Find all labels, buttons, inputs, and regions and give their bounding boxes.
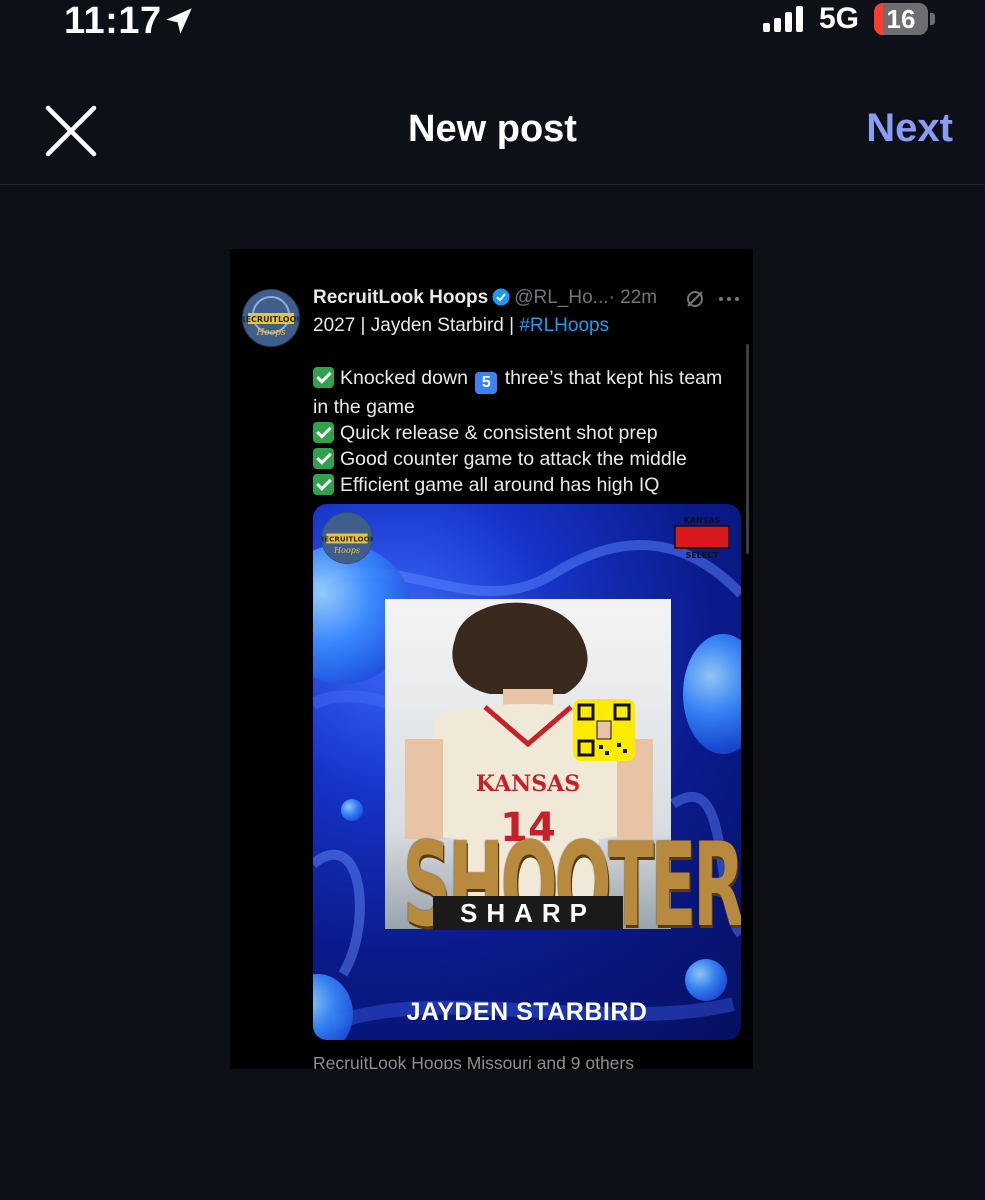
location-arrow-icon [166,8,192,34]
keycap-five-icon: 5 [475,372,498,394]
player-graphic-card: RECRUITLOOK Hoops KANSAS SELECT KANSAS 1… [313,504,741,1040]
status-bar: 11:17 5G 16 [0,0,985,50]
player-name: JAYDEN STARBIRD [406,998,648,1026]
svg-text:Hoops: Hoops [333,546,360,555]
more-options-icon [719,297,739,301]
next-button[interactable]: Next [866,106,953,151]
svg-text:KANSAS: KANSAS [684,516,721,525]
battery-icon: 16 [874,3,936,35]
subheadline-sharp: SHARP [433,896,623,930]
verified-badge-icon [492,288,510,306]
page-title: New post [408,108,577,150]
jersey-team-text: KANSAS [476,771,580,797]
bullet-line: Good counter game to attack the middle [313,446,733,472]
svg-text:SELECT: SELECT [685,551,719,560]
author-line: RecruitLook Hoops @RL_Ho...· 22m [313,287,657,309]
scrollbar [746,344,749,554]
post-preview-image[interactable]: RECRUITLOOK Hoops RecruitLook Hoops @RL_H… [230,249,753,1069]
battery-level: 16 [886,4,916,34]
author-name[interactable]: RecruitLook Hoops [313,287,488,308]
compose-header: New post Next [0,72,985,185]
checkmark-icon [313,422,334,443]
author-handle: @RL_Ho... [514,287,609,308]
svg-text:RECRUITLOOK: RECRUITLOOK [242,315,300,324]
avatar: RECRUITLOOK Hoops [242,289,300,347]
svg-text:RECRUITLOOK: RECRUITLOOK [321,535,373,544]
svg-text:Hoops: Hoops [255,328,285,338]
signal-bars-icon [763,6,803,32]
checkmark-icon [313,367,334,388]
grok-icon [687,291,703,307]
bullet-line: Quick release & consistent shot prep [313,420,733,446]
liked-by-text: RecruitLook Hoops Missouri and 9 others [313,1053,634,1069]
checkmark-icon [313,474,334,495]
post-headline: 2027 | Jayden Starbird | #RLHoops [313,315,609,337]
bubble-decoration [685,959,727,1001]
post-headline-text: 2027 | Jayden Starbird | [313,315,520,336]
qr-code-icon [573,699,635,761]
kansas-select-logo: KANSAS SELECT [674,516,730,560]
hashtag-link[interactable]: #RLHoops [519,315,609,336]
post-body: Knocked down 5 three’s that kept his tea… [313,365,733,498]
bullet-line: Knocked down 5 three’s that kept his tea… [313,367,723,418]
network-type: 5G [819,2,860,35]
status-time: 11:17 [64,0,162,42]
bubble-decoration [341,799,363,821]
post-time: · 22m [608,287,658,308]
checkmark-icon [313,448,334,469]
recruitlook-logo: RECRUITLOOK Hoops [321,512,373,564]
bullet-line: Efficient game all around has high IQ [313,472,733,498]
